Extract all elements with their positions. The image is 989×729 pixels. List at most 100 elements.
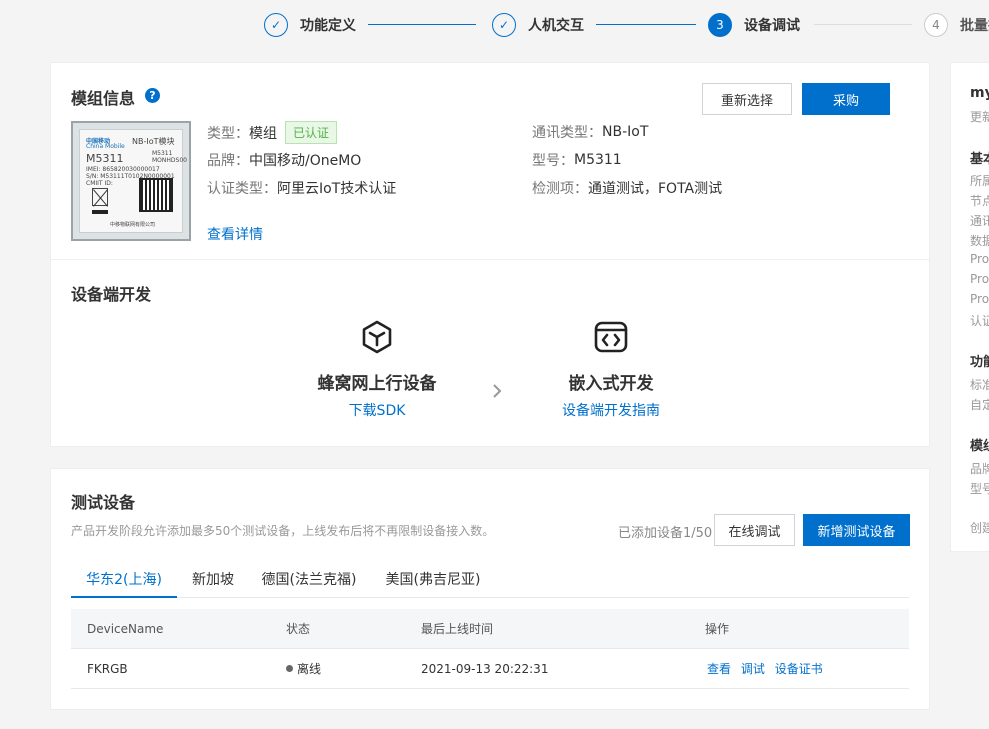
chip-maker: 中移物联网有限公司 [110, 222, 156, 228]
step-label: 设备调试 [744, 18, 800, 34]
step-connector [596, 24, 696, 25]
tab-singapore[interactable]: 新加坡 [185, 566, 241, 598]
device-count: 已添加设备1/50 [618, 526, 713, 541]
add-test-device-button[interactable]: 新增测试设备 [803, 514, 910, 546]
download-sdk-link[interactable]: 下载SDK [349, 400, 406, 420]
field-value: 通道测试，FOTA测试 [588, 181, 723, 197]
module-panel: 模组信息 ? 重新选择 采购 中国移动 China Mobile NB-IoT模… [50, 62, 930, 447]
test-devices-description: 产品开发阶段允许添加最多50个测试设备，上线发布后将不再限制设备接入数。 [71, 524, 495, 538]
info-label: 数据 [970, 234, 989, 248]
chip-code: MONHDS00 [152, 157, 187, 164]
qr-code-icon [139, 178, 173, 212]
model-field: 型号： M5311 [532, 150, 622, 170]
step-label: 批量投 [960, 18, 989, 34]
table-header: DeviceName 状态 最后上线时间 操作 [71, 609, 909, 649]
field-key: 型号： [532, 153, 574, 169]
chip-cmiit: CMIIT ID: [86, 180, 113, 187]
step-function-definition[interactable]: ✓ 功能定义 [264, 12, 356, 38]
check-icon: ✓ [264, 13, 288, 37]
step-label: 功能定义 [300, 18, 356, 34]
cellular-device-title: 蜂窝网上行设备 [317, 374, 437, 394]
recycle-bin-icon [92, 188, 108, 206]
chip-model: M5311 [86, 152, 124, 165]
module-title: 模组信息 [71, 89, 136, 108]
step-connector [814, 24, 912, 25]
info-label: 标准 [970, 378, 989, 392]
info-label: 通讯 [970, 214, 989, 228]
step-device-debug[interactable]: 3 设备调试 [708, 12, 800, 38]
field-value: M5311 [574, 152, 622, 168]
divider [51, 259, 929, 260]
product-name: my [970, 85, 989, 101]
info-label: 所属 [970, 174, 989, 188]
info-label: 型号 [970, 482, 989, 496]
function-heading: 功能 [970, 355, 989, 370]
column-header: 最后上线时间 [421, 622, 494, 636]
details-link[interactable]: 查看详情 [207, 224, 263, 244]
field-key: 通讯类型： [532, 125, 602, 141]
field-key: 品牌： [207, 153, 249, 169]
column-header: 操作 [705, 622, 730, 636]
disposal-bar-icon [92, 210, 108, 214]
step-batch[interactable]: 4 批量投 [924, 12, 989, 38]
info-label: 节点 [970, 194, 989, 208]
chip-kind: NB-IoT模块 [132, 137, 175, 146]
device-dev-title: 设备端开发 [71, 285, 152, 304]
info-label: 认证 [970, 314, 989, 328]
info-label: Pro [970, 292, 989, 306]
field-key: 认证类型： [207, 181, 277, 197]
step-label: 人机交互 [528, 18, 584, 34]
test-devices-panel: 测试设备 产品开发阶段允许添加最多50个测试设备，上线发布后将不再限制设备接入数… [50, 468, 930, 710]
embedded-dev-title: 嵌入式开发 [568, 374, 654, 394]
module-chip-image: 中国移动 China Mobile NB-IoT模块 M5311 M5311 M… [71, 121, 191, 241]
info-label: Pro [970, 252, 989, 266]
step-hmi[interactable]: ✓ 人机交互 [492, 12, 584, 38]
field-value: 模组 [249, 125, 277, 142]
comm-type-field: 通讯类型： NB-IoT [532, 122, 648, 142]
field-value: NB-IoT [602, 124, 649, 140]
status-dot-icon [286, 665, 293, 672]
tab-east-china-2[interactable]: 华东2(上海) [71, 566, 177, 598]
brand-field: 品牌： 中国移动/OneMO [207, 150, 361, 170]
step-number: 3 [708, 13, 732, 37]
step-number: 4 [924, 13, 948, 37]
chip-imei: IMEI: 865820030000017 [86, 166, 160, 173]
info-label: 品牌 [970, 462, 989, 476]
purchase-button[interactable]: 采购 [802, 83, 890, 115]
field-value: 中国移动/OneMO [249, 153, 362, 169]
created-label: 创建 [970, 521, 989, 535]
update-text: 更新 [970, 110, 989, 124]
view-link[interactable]: 查看 [707, 662, 731, 676]
chip-brand-en: China Mobile [86, 143, 125, 150]
online-debug-button[interactable]: 在线调试 [714, 514, 795, 546]
device-name: FKRGB [87, 662, 128, 676]
module-heading: 模组 [970, 439, 989, 454]
help-icon[interactable]: ? [145, 88, 160, 103]
code-window-icon [594, 321, 628, 353]
device-status: 离线 [286, 649, 321, 689]
chip-model-small: M5311 [152, 150, 173, 157]
device-cert-link[interactable]: 设备证书 [775, 662, 823, 676]
step-progress: ✓ 功能定义 ✓ 人机交互 3 设备调试 4 批量投 [0, 0, 989, 50]
embedded-dev-card: 嵌入式开发 设备端开发指南 [511, 319, 711, 420]
chevron-right-icon [493, 384, 502, 398]
device-dev-guide-link[interactable]: 设备端开发指南 [562, 400, 660, 420]
info-label: Pro [970, 272, 989, 286]
cellular-device-card: 蜂窝网上行设备 下载SDK [277, 319, 477, 420]
last-online-time: 2021-09-13 20:22:31 [421, 662, 549, 676]
tab-germany[interactable]: 德国(法兰克福) [257, 566, 361, 598]
product-info-panel: my 更新 基本 所属 节点 通讯 数据 Pro Pro Pro 认证 功能 标… [950, 62, 989, 552]
basic-info-heading: 基本 [970, 152, 989, 167]
test-devices-title: 测试设备 [71, 493, 136, 512]
debug-link[interactable]: 调试 [741, 662, 765, 676]
tab-usa[interactable]: 美国(弗吉尼亚) [381, 566, 485, 598]
field-key: 检测项： [532, 181, 588, 197]
reselect-button[interactable]: 重新选择 [702, 83, 792, 115]
type-field: 类型： 模组 已认证 [207, 121, 338, 144]
table-row: FKRGB 离线 2021-09-13 20:22:31 查看 调试 设备证书 [71, 649, 909, 689]
column-header: 状态 [286, 622, 311, 636]
row-actions: 查看 调试 设备证书 [707, 649, 823, 689]
cube-icon [362, 320, 392, 354]
column-header: DeviceName [87, 622, 164, 636]
certified-badge: 已认证 [285, 121, 338, 144]
